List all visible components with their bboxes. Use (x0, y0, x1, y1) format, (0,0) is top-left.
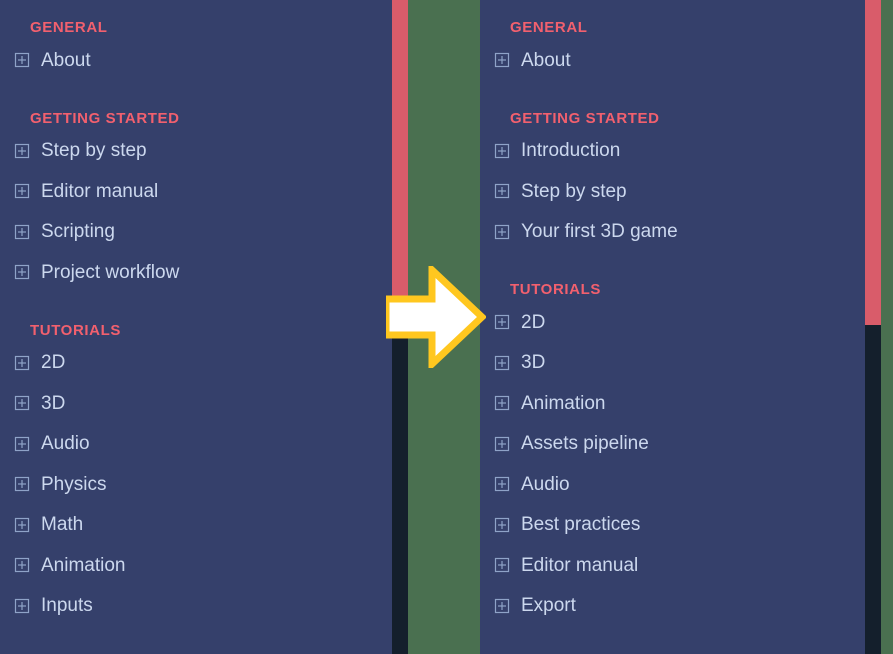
before-scrollbar[interactable] (392, 0, 408, 654)
sidebar-item[interactable]: Audio (10, 424, 392, 465)
before-scrollbar-thumb[interactable] (392, 0, 408, 325)
expand-plus-icon[interactable] (494, 143, 510, 159)
sidebar-item-label: Assets pipeline (521, 433, 649, 455)
section-heading: GENERAL (510, 19, 588, 36)
expand-plus-icon[interactable] (14, 264, 30, 280)
expand-plus-icon[interactable] (14, 598, 30, 614)
sidebar-item[interactable]: 3D (10, 383, 392, 424)
expand-plus-icon[interactable] (494, 355, 510, 371)
sidebar-item[interactable]: Assets pipeline (490, 424, 865, 465)
sidebar-item[interactable]: Scripting (10, 212, 392, 253)
sidebar-item[interactable]: Inputs (10, 586, 392, 627)
sidebar-item[interactable]: Animation (490, 383, 865, 424)
expand-plus-icon[interactable] (14, 436, 30, 452)
expand-plus-icon[interactable] (14, 183, 30, 199)
expand-plus-icon[interactable] (494, 52, 510, 68)
sidebar-item-label: Audio (41, 433, 90, 455)
expand-plus-icon[interactable] (494, 598, 510, 614)
sidebar-item[interactable]: 2D (10, 343, 392, 384)
sidebar-item[interactable]: About (10, 40, 392, 81)
expand-plus-icon[interactable] (14, 517, 30, 533)
expand-plus-icon[interactable] (14, 557, 30, 573)
sidebar-item[interactable]: Math (10, 505, 392, 546)
sidebar-item-label: About (521, 49, 571, 71)
section-heading: GENERAL (30, 19, 108, 36)
after-sidebar: GENERAL About GETTING STARTED Introduction S… (480, 0, 865, 654)
sidebar-item-label: Inputs (41, 595, 93, 617)
sidebar-item[interactable]: Editor manual (10, 171, 392, 212)
expand-plus-icon[interactable] (494, 395, 510, 411)
sidebar-item-label: Editor manual (41, 180, 159, 202)
separator-band (408, 0, 480, 654)
expand-plus-icon[interactable] (14, 476, 30, 492)
sidebar-item[interactable]: Export (490, 586, 865, 627)
section-heading: TUTORIALS (30, 321, 121, 339)
sidebar-item[interactable]: Your first 3D game (490, 212, 865, 253)
sidebar-item-label: Step by step (41, 140, 147, 162)
sidebar-item-label: Export (521, 595, 576, 617)
sidebar-item-label: Scripting (41, 221, 115, 243)
sidebar-item-label: Audio (521, 473, 570, 495)
sidebar-item[interactable]: Step by step (10, 131, 392, 172)
expand-plus-icon[interactable] (494, 517, 510, 533)
expand-plus-icon[interactable] (14, 224, 30, 240)
sidebar-item-label: Project workflow (41, 261, 180, 283)
sidebar-item[interactable]: Physics (10, 464, 392, 505)
after-scrollbar[interactable] (865, 0, 881, 654)
expand-plus-icon[interactable] (494, 476, 510, 492)
expand-plus-icon[interactable] (494, 557, 510, 573)
expand-plus-icon[interactable] (494, 183, 510, 199)
sidebar-item-label: 3D (521, 352, 546, 374)
expand-plus-icon[interactable] (494, 436, 510, 452)
section-heading: TUTORIALS (510, 281, 601, 298)
sidebar-item[interactable]: Audio (490, 464, 865, 505)
sidebar-item-label: 3D (41, 392, 66, 414)
expand-plus-icon[interactable] (494, 314, 510, 330)
sidebar-item[interactable]: 3D (490, 343, 865, 384)
expand-plus-icon[interactable] (14, 395, 30, 411)
sidebar-item-label: Animation (41, 554, 126, 576)
sidebar-item-label: Best practices (521, 514, 641, 536)
sidebar-item-label: 2D (521, 311, 546, 333)
sidebar-item-label: Animation (521, 392, 606, 414)
sidebar-item-label: Your first 3D game (521, 221, 678, 243)
sidebar-item-label: 2D (41, 352, 66, 374)
sidebar-item[interactable]: Editor manual (490, 545, 865, 586)
sidebar-item[interactable]: Step by step (490, 171, 865, 212)
sidebar-item-label: Introduction (521, 140, 621, 162)
before-sidebar: GENERAL About GETTING STARTED Step by step E… (0, 0, 392, 654)
comparison-stage: GENERAL About GETTING STARTED Step by step E… (0, 0, 893, 654)
sidebar-item[interactable]: About (490, 40, 865, 81)
sidebar-item[interactable]: Project workflow (10, 252, 392, 293)
section-heading: GETTING STARTED (30, 109, 180, 127)
sidebar-item-label: Step by step (521, 180, 627, 202)
sidebar-item[interactable]: Animation (10, 545, 392, 586)
section-heading: GETTING STARTED (510, 109, 660, 127)
expand-plus-icon[interactable] (14, 143, 30, 159)
sidebar-item-label: Math (41, 514, 84, 536)
sidebar-item-label: About (41, 49, 91, 71)
sidebar-item-label: Physics (41, 473, 107, 495)
expand-plus-icon[interactable] (14, 52, 30, 68)
sidebar-item-label: Editor manual (521, 554, 639, 576)
expand-plus-icon[interactable] (14, 355, 30, 371)
sidebar-item[interactable]: Best practices (490, 505, 865, 546)
sidebar-item[interactable]: Introduction (490, 131, 865, 172)
after-scrollbar-thumb[interactable] (865, 0, 881, 325)
expand-plus-icon[interactable] (494, 224, 510, 240)
sidebar-item[interactable]: 2D (490, 302, 865, 343)
